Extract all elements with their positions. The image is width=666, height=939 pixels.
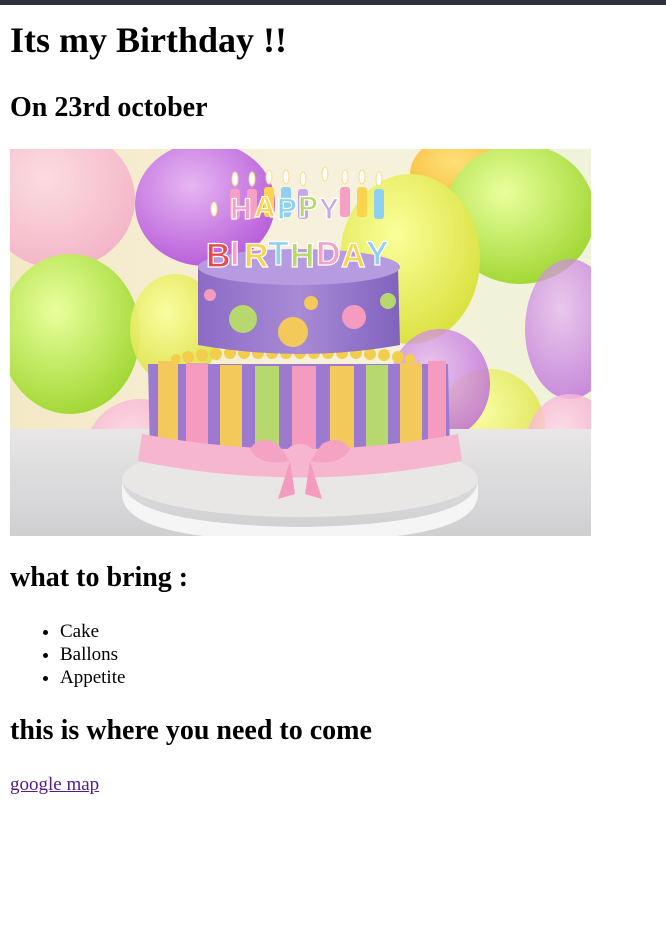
- svg-text:R: R: [244, 237, 269, 275]
- svg-text:I: I: [230, 235, 239, 273]
- list-item: Ballons: [60, 643, 125, 666]
- svg-text:H: H: [290, 237, 315, 275]
- svg-text:B: B: [206, 237, 231, 275]
- google-map-link[interactable]: google map: [10, 773, 99, 796]
- svg-text:H: H: [230, 193, 252, 226]
- svg-text:P: P: [298, 191, 318, 224]
- svg-text:Y: Y: [319, 193, 339, 226]
- list-item: Cake: [60, 620, 125, 643]
- date-heading: On 23rd october: [10, 92, 208, 123]
- birthday-cake-image: B I R T H D A Y H A P P Y: [10, 149, 591, 536]
- svg-text:A: A: [341, 237, 366, 275]
- bring-list: Cake Ballons Appetite: [10, 620, 125, 689]
- svg-text:A: A: [254, 191, 276, 224]
- svg-text:D: D: [316, 235, 341, 273]
- page-title: Its my Birthday !!: [10, 20, 287, 60]
- list-item: Appetite: [60, 666, 125, 689]
- svg-text:P: P: [277, 193, 297, 226]
- bring-heading: what to bring :: [10, 562, 189, 593]
- browser-top-bar: [0, 0, 666, 5]
- svg-text:T: T: [268, 235, 289, 273]
- location-heading: this is where you need to come: [10, 715, 372, 746]
- svg-text:Y: Y: [366, 235, 389, 273]
